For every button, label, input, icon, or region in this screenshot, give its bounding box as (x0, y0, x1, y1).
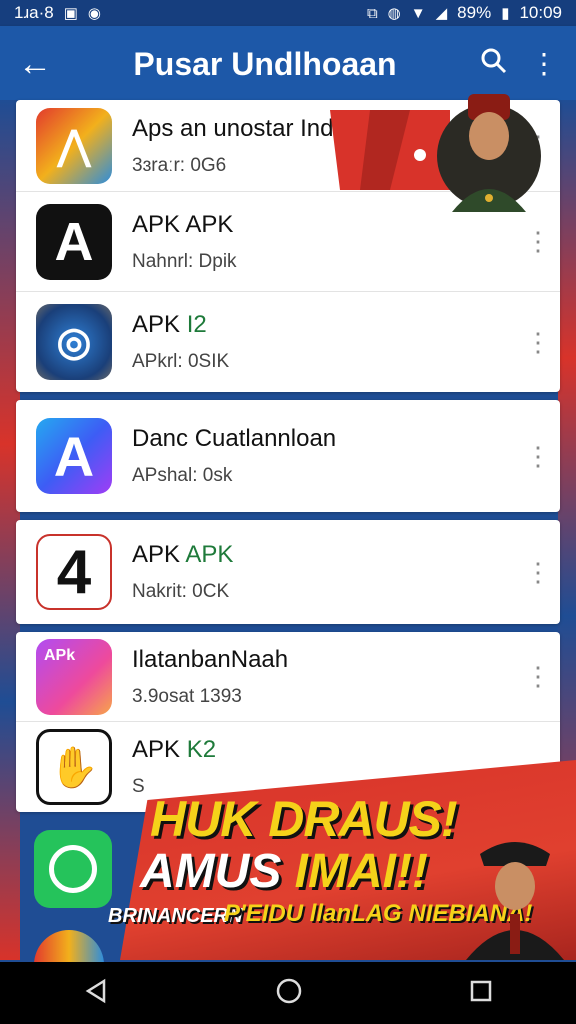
battery-icon: ▮ (501, 5, 510, 22)
promo-subheadline: AMUS IMAI!! (140, 844, 428, 899)
more-vert-icon[interactable]: ⋮ (516, 226, 560, 257)
app-name: APK APK (132, 541, 516, 569)
app-name-prefix: APK (132, 541, 186, 568)
navigation-bar (0, 962, 576, 1024)
apk-logo-icon: ⋀ (36, 107, 112, 184)
list-item[interactable]: APk IlatanbanNaah 3.9osat 1393 ⋮ (16, 632, 560, 722)
promo-caption-left: BRINANCERN (108, 905, 243, 927)
app-name: Danc Cuatlannloan (132, 425, 337, 452)
signal-icon: ◢ (435, 5, 448, 22)
globe-badge-icon: ◎ (36, 304, 112, 380)
more-vert-icon[interactable]: ⋮ (530, 47, 558, 82)
page-title: Pusar Undlhoaan (133, 45, 397, 82)
home-circle-icon[interactable] (274, 976, 304, 1011)
flag-decoration (330, 110, 450, 190)
app-name-suffix: K2 (186, 736, 217, 763)
wifi-icon: ▼ (410, 4, 426, 22)
battery-percent: 89% (457, 3, 492, 22)
app-name: APK I2 (132, 311, 516, 339)
app-name-suffix: I2 (186, 311, 207, 338)
promo-subheadline-a: AMUS (140, 845, 295, 898)
more-vert-icon[interactable]: ⋮ (516, 327, 560, 358)
apk-chat-icon: APk (36, 638, 112, 715)
portrait-illustration (437, 94, 541, 212)
back-triangle-icon[interactable] (82, 977, 110, 1010)
promo-subheadline-b: IMAI!! (294, 845, 428, 898)
whatsapp-icon[interactable] (34, 830, 112, 908)
app-card: 4 APK APK Nakrit: 0CK ⋮ (16, 520, 560, 624)
app-name-suffix: APK (185, 541, 234, 568)
app-notification-icon: ◉ (87, 5, 101, 22)
status-left-text: 1ɹa·8 (14, 3, 54, 22)
app-name-prefix: APK (132, 311, 187, 338)
a-logo-icon: A (36, 418, 112, 494)
app-subtitle: APshal: 0sk (132, 465, 233, 486)
recents-square-icon[interactable] (468, 978, 494, 1009)
app-subtitle: APkrl: 0SIK (132, 351, 230, 372)
number-four-icon: 4 (36, 534, 112, 610)
data-icon: ◍ (387, 5, 401, 22)
arrow-left-icon[interactable]: ← (0, 45, 70, 84)
app-name: IlatanbanNaah (132, 645, 289, 673)
app-name: APK APK (132, 210, 234, 238)
promo-headline: HUK DRAUS! (150, 791, 458, 847)
app-subtitle: 3.9osat 1393 (132, 685, 242, 707)
app-name-prefix: APK (132, 736, 187, 763)
more-vert-icon[interactable]: ⋮ (516, 557, 560, 588)
status-bar: 1ɹa·8 ▣ ◉ ⧉ ◍ ▼ ◢ 89% ▮ 10:09 (0, 0, 576, 26)
list-item[interactable]: A Danc Cuatlannloan APshal: 0sk ⋮ (16, 400, 560, 512)
app-subtitle: Nahnrl: Dpik (132, 250, 237, 272)
app-card: A Danc Cuatlannloan APshal: 0sk ⋮ (16, 400, 560, 512)
list-item[interactable]: 4 APK APK Nakrit: 0CK ⋮ (16, 520, 560, 624)
officer-illustration (466, 842, 564, 960)
more-vert-icon[interactable]: ⋮ (516, 661, 560, 692)
list-item[interactable]: ◎ APK I2 APkrl: 0SIK ⋮ (16, 292, 560, 392)
more-vert-icon[interactable]: ⋮ (516, 441, 560, 472)
clock: 10:09 (519, 3, 562, 22)
vibrate-icon: ⧉ (366, 4, 378, 22)
hand-logo-icon: ✋ (36, 729, 112, 805)
app-name: APK K2 (132, 736, 560, 764)
app-subtitle: Nakrit: 0CK (132, 581, 230, 602)
search-icon[interactable] (480, 47, 508, 82)
image-notification-icon: ▣ (63, 5, 78, 22)
apk-a-pin-icon: A (36, 203, 112, 280)
